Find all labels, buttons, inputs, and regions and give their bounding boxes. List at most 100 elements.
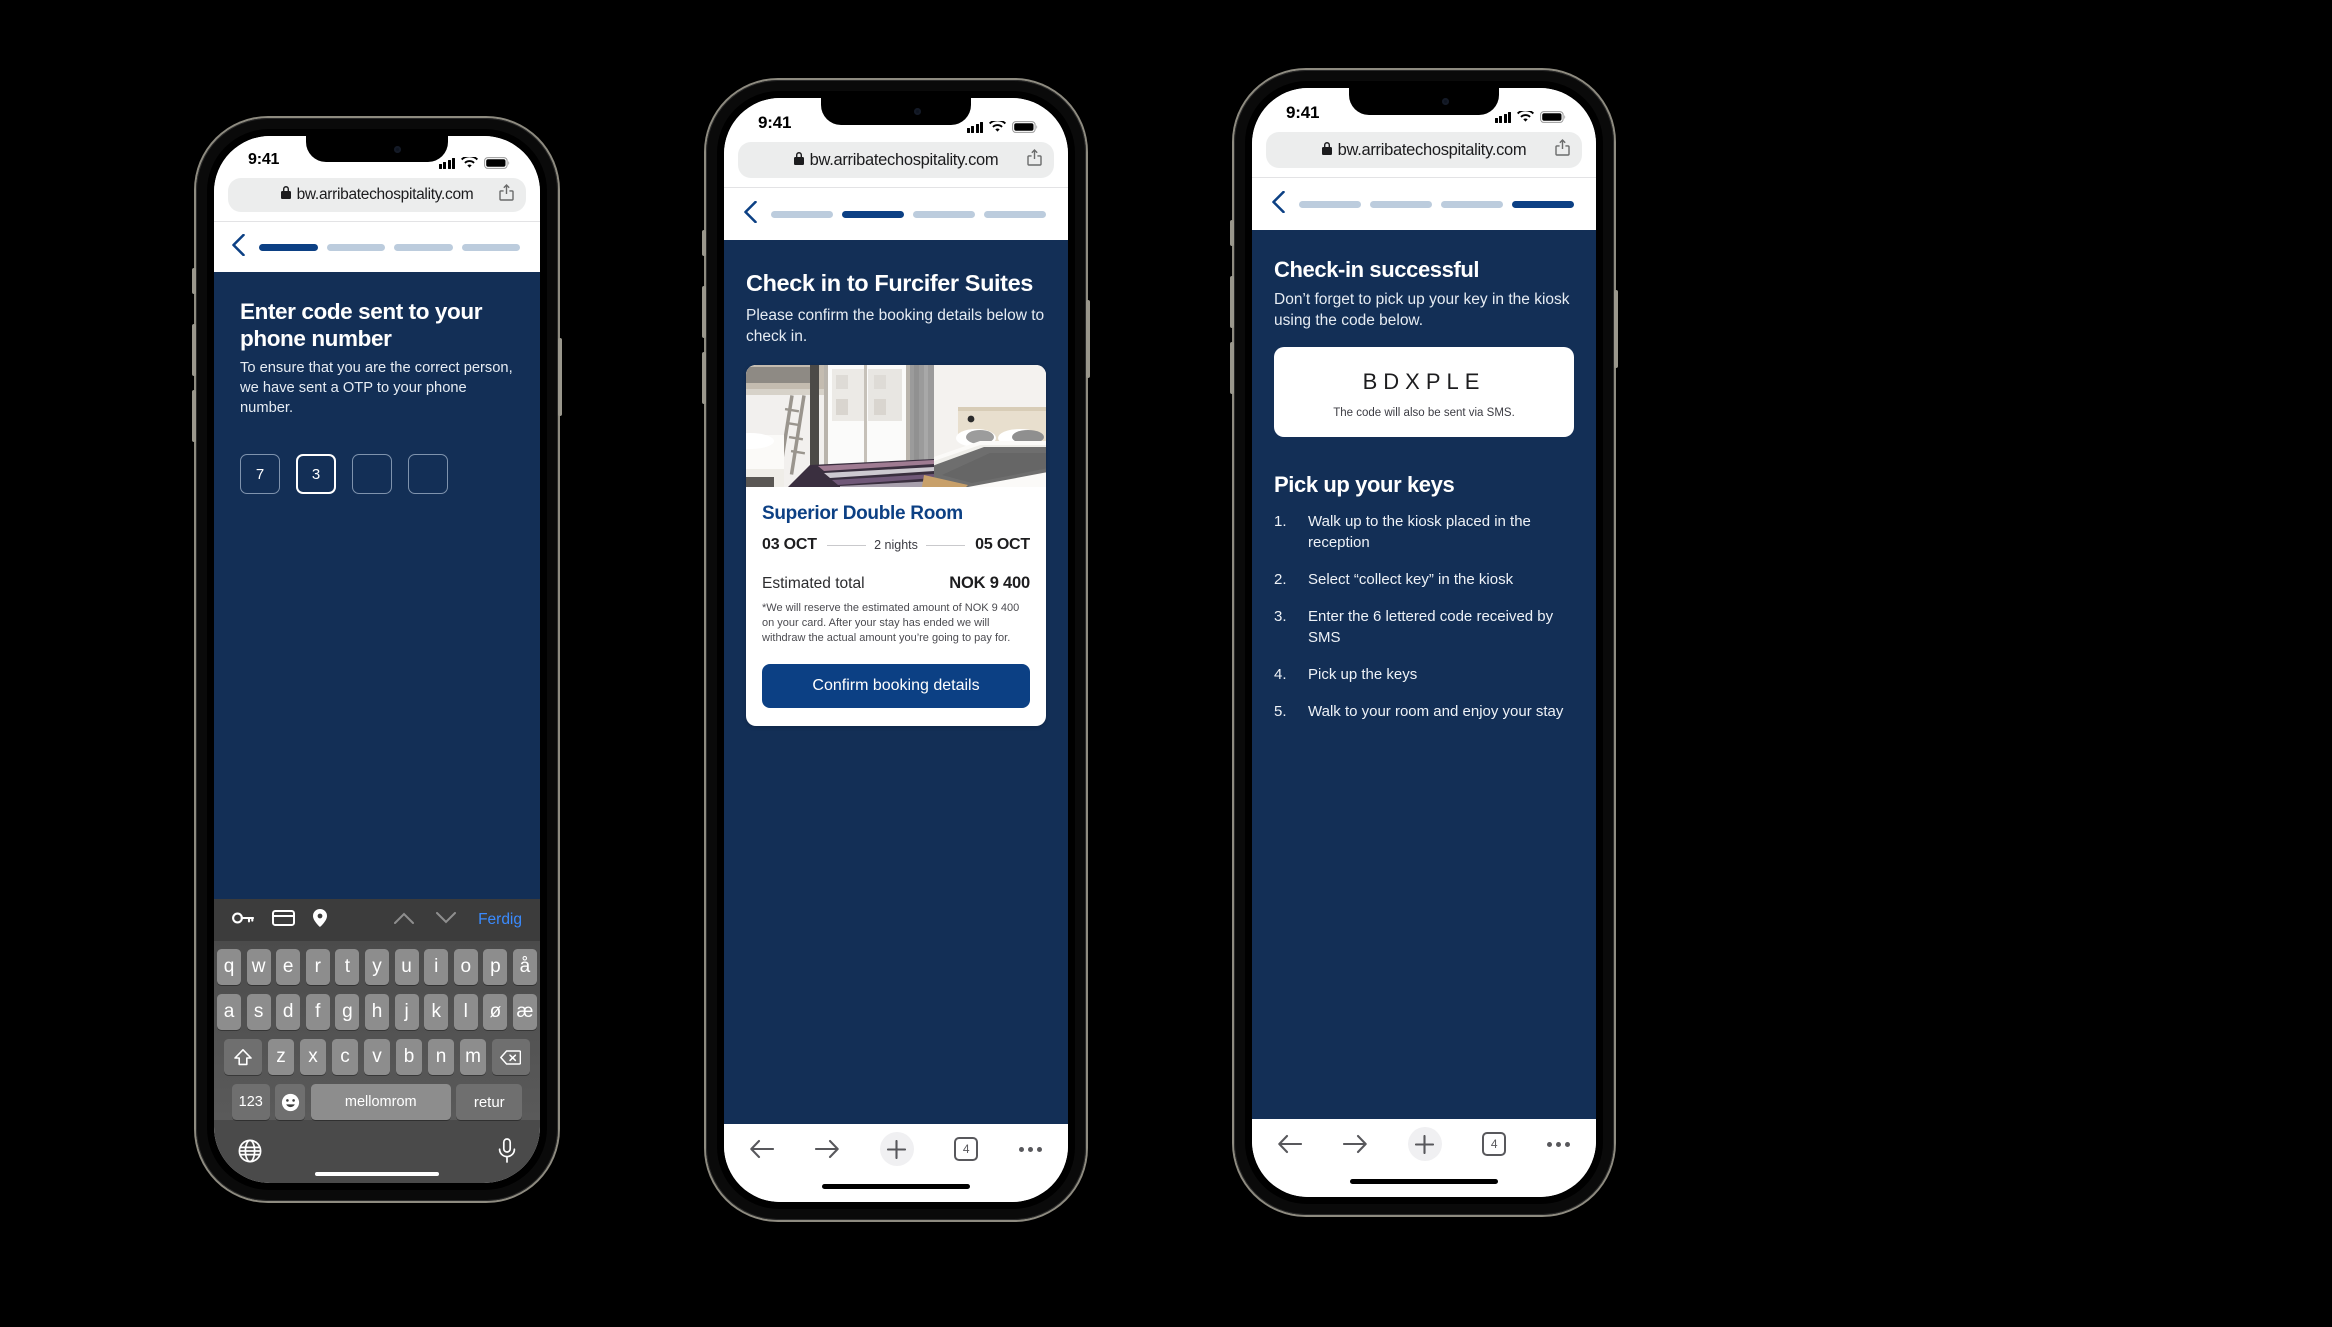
otp-digit-3[interactable] bbox=[352, 454, 392, 494]
status-clock: 9:41 bbox=[248, 151, 280, 168]
arrow-left-icon[interactable] bbox=[750, 1139, 774, 1159]
address-bar[interactable]: bw.arribatechospitality.com bbox=[1266, 132, 1582, 168]
keyboard-done-button[interactable]: Ferdig bbox=[478, 911, 522, 929]
room-name: Superior Double Room bbox=[762, 503, 963, 524]
status-indicators bbox=[1494, 111, 1567, 123]
safari-toolbar-row: 4 bbox=[1252, 1119, 1596, 1169]
keyboard-autofill-icons bbox=[232, 908, 327, 932]
power-button[interactable] bbox=[558, 338, 562, 416]
key-ae[interactable]: æ bbox=[512, 994, 538, 1030]
phone-bezel: 9:41 bw.arribatechospitality.com bbox=[207, 129, 547, 1190]
silence-switch[interactable] bbox=[702, 230, 706, 256]
numbers-key[interactable]: 123 bbox=[231, 1084, 270, 1120]
plus-icon[interactable] bbox=[1407, 1127, 1442, 1161]
home-indicator bbox=[315, 1171, 439, 1176]
emoji-icon[interactable] bbox=[275, 1084, 306, 1120]
key-b[interactable]: b bbox=[395, 1039, 423, 1075]
key-o[interactable]: o bbox=[453, 949, 478, 985]
key-r[interactable]: r bbox=[305, 949, 330, 985]
share-icon[interactable] bbox=[1555, 139, 1570, 161]
space-key[interactable]: mellomrom bbox=[310, 1084, 451, 1120]
key-k[interactable]: k bbox=[424, 994, 449, 1030]
key-t[interactable]: t bbox=[335, 949, 360, 985]
shift-icon[interactable] bbox=[224, 1039, 263, 1075]
key-i[interactable]: i bbox=[424, 949, 449, 985]
key-a[interactable]: a bbox=[216, 994, 242, 1030]
key-z[interactable]: z bbox=[267, 1039, 295, 1075]
back-button[interactable] bbox=[232, 233, 245, 261]
key-m[interactable]: m bbox=[459, 1039, 487, 1075]
key-f[interactable]: f bbox=[305, 994, 330, 1030]
estimated-total-row: Estimated total NOK 9 400 bbox=[762, 574, 1030, 593]
key-l[interactable]: l bbox=[453, 994, 478, 1030]
key-y[interactable]: y bbox=[364, 949, 390, 985]
key-n[interactable]: n bbox=[427, 1039, 455, 1075]
volume-down-button[interactable] bbox=[192, 390, 196, 442]
address-bar[interactable]: bw.arribatechospitality.com bbox=[228, 178, 526, 212]
key-aring[interactable]: å bbox=[512, 949, 538, 985]
arrow-right-icon[interactable] bbox=[814, 1139, 839, 1159]
share-icon[interactable] bbox=[499, 184, 514, 206]
tab-count-button[interactable]: 4 bbox=[1482, 1132, 1507, 1156]
otp-digit-4[interactable] bbox=[408, 454, 448, 494]
otp-digit-1[interactable]: 7 bbox=[240, 454, 280, 494]
volume-up-button[interactable] bbox=[702, 286, 706, 338]
silence-switch[interactable] bbox=[1230, 220, 1234, 246]
back-button[interactable] bbox=[1272, 190, 1285, 218]
key-c[interactable]: c bbox=[331, 1039, 359, 1075]
chevron-down-icon[interactable] bbox=[436, 911, 457, 929]
otp-digit-2[interactable]: 3 bbox=[296, 454, 336, 494]
key-q[interactable]: q bbox=[216, 949, 242, 985]
key-icon[interactable] bbox=[232, 911, 255, 930]
volume-down-button[interactable] bbox=[702, 352, 706, 404]
key-d[interactable]: d bbox=[276, 994, 301, 1030]
power-button[interactable] bbox=[1086, 300, 1090, 378]
address-bar-container: bw.arribatechospitality.com bbox=[1252, 126, 1596, 177]
silence-switch[interactable] bbox=[192, 268, 196, 294]
arrow-left-icon[interactable] bbox=[1278, 1134, 1302, 1154]
volume-up-button[interactable] bbox=[1230, 276, 1234, 328]
stay-dates-row: 03 OCT 2 nights 05 OCT bbox=[762, 536, 1030, 554]
map-pin-icon[interactable] bbox=[313, 908, 327, 932]
battery-icon bbox=[1540, 111, 1566, 123]
url-text: bw.arribatechospitality.com bbox=[809, 150, 999, 169]
chevron-up-icon[interactable] bbox=[394, 911, 415, 929]
return-key[interactable]: retur bbox=[456, 1084, 523, 1120]
tab-count-button[interactable]: 4 bbox=[954, 1137, 979, 1161]
key-pickup-steps: 1. Walk up to the kiosk placed in the re… bbox=[1274, 511, 1574, 738]
wifi-icon bbox=[989, 121, 1006, 133]
key-g[interactable]: g bbox=[335, 994, 360, 1030]
backspace-icon[interactable] bbox=[491, 1039, 530, 1075]
key-s[interactable]: s bbox=[246, 994, 271, 1030]
microphone-icon[interactable] bbox=[498, 1138, 516, 1168]
key-x[interactable]: x bbox=[299, 1039, 327, 1075]
arrow-right-icon[interactable] bbox=[1342, 1134, 1367, 1154]
volume-down-button[interactable] bbox=[1230, 342, 1234, 394]
volume-up-button[interactable] bbox=[192, 324, 196, 376]
confirm-booking-button[interactable]: Confirm booking details bbox=[762, 664, 1030, 708]
key-j[interactable]: j bbox=[394, 994, 419, 1030]
plus-icon[interactable] bbox=[879, 1132, 914, 1166]
key-u[interactable]: u bbox=[394, 949, 419, 985]
power-button[interactable] bbox=[1614, 290, 1618, 368]
share-icon[interactable] bbox=[1027, 149, 1042, 171]
key-oslash[interactable]: ø bbox=[483, 994, 508, 1030]
credit-card-icon[interactable] bbox=[272, 909, 295, 931]
keyboard-row-1: q w e r t y u i o p å bbox=[216, 949, 538, 985]
list-item: 3. Enter the 6 lettered code received by… bbox=[1274, 606, 1574, 648]
ellipsis-icon[interactable] bbox=[1019, 1146, 1042, 1152]
key-h[interactable]: h bbox=[364, 994, 390, 1030]
back-button[interactable] bbox=[744, 200, 757, 228]
ellipsis-icon[interactable] bbox=[1547, 1141, 1570, 1147]
app-header-2 bbox=[724, 188, 1068, 240]
address-bar[interactable]: bw.arribatechospitality.com bbox=[738, 142, 1054, 178]
key-p[interactable]: p bbox=[483, 949, 508, 985]
progress-segment-2 bbox=[326, 243, 385, 251]
key-w[interactable]: w bbox=[246, 949, 271, 985]
phone-mockup-otp: 9:41 bw.arribatechospitality.com Enter c… bbox=[192, 118, 562, 1201]
key-v[interactable]: v bbox=[363, 1039, 391, 1075]
cellular-signal-icon bbox=[1494, 111, 1511, 123]
step-progress-2 bbox=[771, 210, 1046, 218]
globe-icon[interactable] bbox=[238, 1139, 262, 1168]
key-e[interactable]: e bbox=[276, 949, 301, 985]
